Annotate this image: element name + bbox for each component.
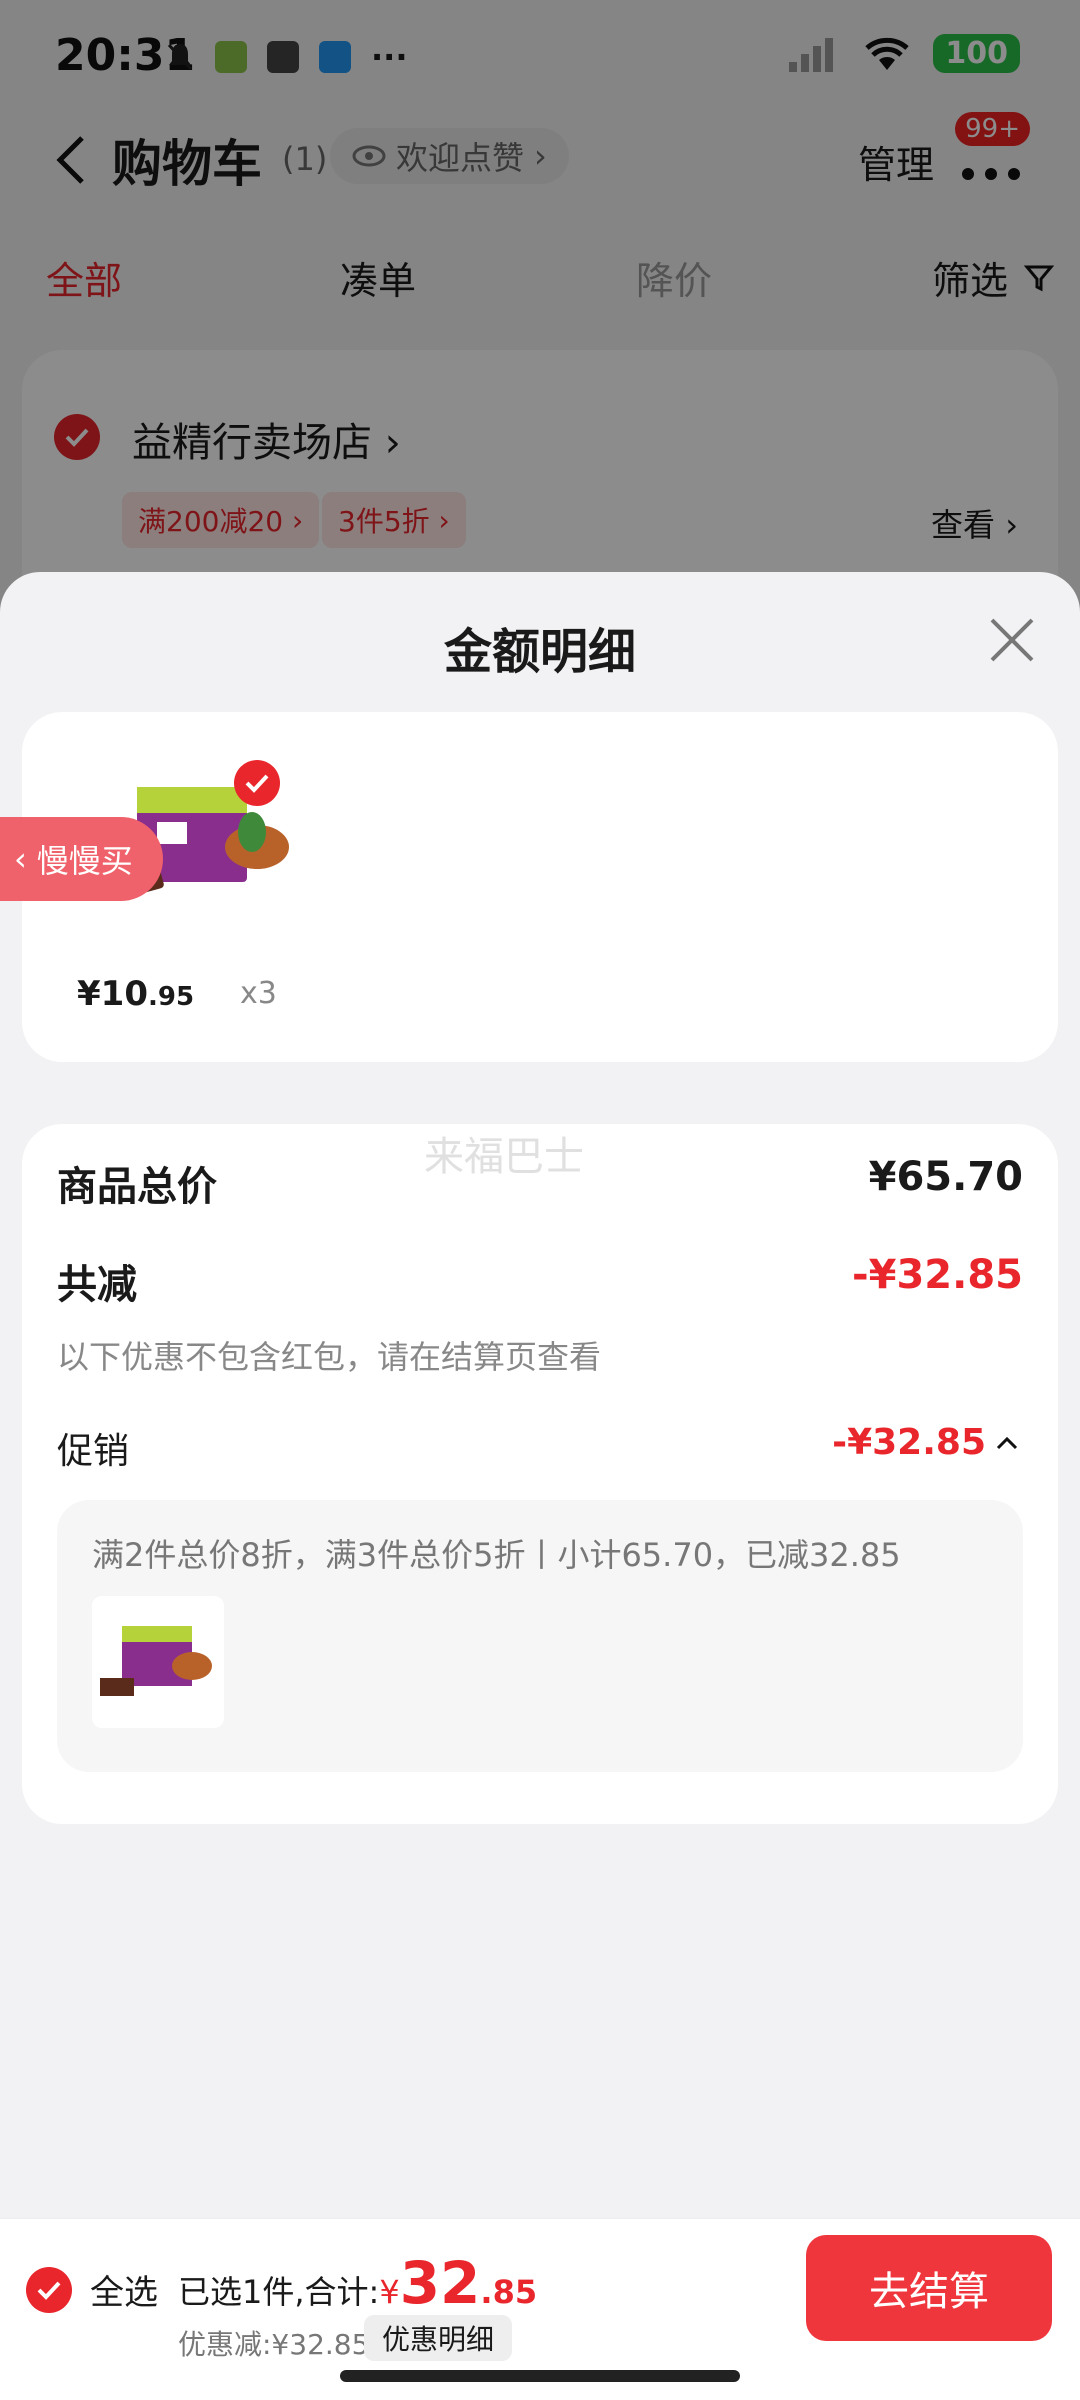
discount-detail-button[interactable]: 优惠明细 bbox=[364, 2315, 513, 2361]
close-icon[interactable] bbox=[986, 614, 1038, 666]
promo-product-image bbox=[92, 1596, 224, 1728]
amount-detail-sheet: 金额明细 ‹ 慢慢买 ¥10.95 x3 来福巴士 商品总价 ¥65.70 共减… bbox=[0, 572, 1080, 2400]
total-decimal: .85 bbox=[480, 2273, 538, 2311]
promo-detail-box: 满2件总价8折，满3件总价5折丨小计65.70，已减32.85 bbox=[57, 1500, 1023, 1772]
total-value: ¥65.70 bbox=[868, 1154, 1023, 1200]
discount-label: 共减 bbox=[57, 1262, 137, 1308]
slow-buy-tab[interactable]: ‹ 慢慢买 bbox=[0, 817, 163, 901]
select-all-check-icon[interactable] bbox=[26, 2267, 72, 2313]
promo-value: -¥32.85 bbox=[832, 1422, 986, 1463]
checkout-button[interactable]: 去结算 bbox=[806, 2235, 1052, 2341]
promo-rule: 满2件总价8折，满3件总价5折丨小计65.70，已减32.85 bbox=[92, 1536, 901, 1574]
discount-summary: 优惠减:¥32.85 bbox=[178, 2328, 370, 2361]
promo-label: 促销 bbox=[57, 1431, 130, 1472]
selected-text: 已选1件,合计: bbox=[178, 2273, 380, 2311]
home-indicator[interactable] bbox=[340, 2370, 740, 2382]
watermark: 来福巴士 bbox=[424, 1134, 584, 1180]
discount-value: -¥32.85 bbox=[852, 1252, 1023, 1298]
item-quantity: x3 bbox=[240, 976, 277, 1011]
total-currency: ¥ bbox=[379, 2273, 400, 2311]
price-detail-card: 来福巴士 商品总价 ¥65.70 共减 -¥32.85 以下优惠不包含红包，请在… bbox=[22, 1124, 1058, 1824]
total-integer: 32 bbox=[399, 2249, 481, 2317]
slow-buy-label: 慢慢买 bbox=[36, 842, 133, 880]
discount-note: 以下优惠不包含红包，请在结算页查看 bbox=[57, 1338, 602, 1376]
select-all-label[interactable]: 全选 bbox=[90, 2265, 158, 2314]
sheet-title: 金额明细 bbox=[443, 624, 636, 680]
promo-toggle[interactable]: -¥32.85 bbox=[832, 1422, 1018, 1463]
chevron-left-icon: ‹ bbox=[14, 840, 27, 878]
product-check-icon[interactable] bbox=[234, 760, 280, 806]
items-card: ‹ 慢慢买 ¥10.95 x3 bbox=[0, 712, 1058, 1062]
chevron-up-icon bbox=[996, 1436, 1018, 1449]
selected-summary: 已选1件,合计: ¥ 32 .85 bbox=[178, 2249, 537, 2317]
item-price: ¥10.95 bbox=[77, 974, 195, 1014]
total-label: 商品总价 bbox=[57, 1164, 217, 1210]
